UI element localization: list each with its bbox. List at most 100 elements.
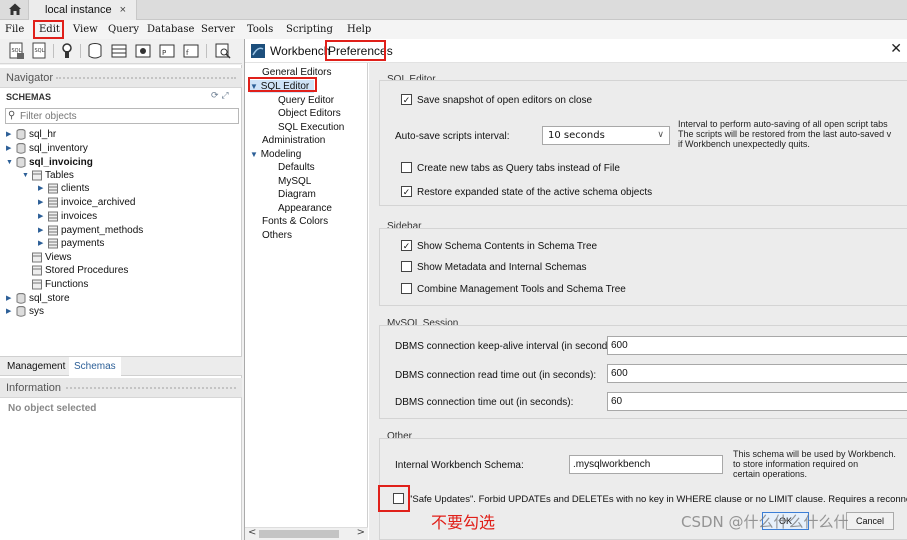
close-icon[interactable]: ✕ [890,41,902,57]
schema-node[interactable]: ▶ sys [6,305,44,319]
new-sql-tab-icon[interactable]: SQL [8,42,26,60]
expand-arrow-icon[interactable]: ▶ [38,196,46,210]
create-schema-icon[interactable] [86,42,104,60]
nav-object-editors[interactable]: Object Editors [278,107,341,120]
expand-arrow-icon[interactable]: ▶ [38,210,46,224]
new-tabs-option[interactable]: Create new tabs as Query tabs instead of… [401,162,620,176]
refresh-schemas-icon[interactable]: ⟳ ⤢ [211,91,229,101]
option-label: Combine Management Tools and Schema Tree [417,284,626,295]
expand-arrow-icon[interactable]: ▶ [38,224,46,238]
nav-horizontal-scrollbar[interactable]: < > [245,527,368,540]
menu-database[interactable]: Database [145,22,196,37]
expand-arrow-icon[interactable]: ▶ [6,142,14,156]
nav-label: Defaults [278,162,315,173]
schema-node[interactable]: ▶ sql_hr [6,128,56,142]
scroll-right-icon[interactable]: > [357,527,365,538]
internal-schema-field[interactable]: .mysqlworkbench [569,455,723,474]
menu-view[interactable]: View [71,22,100,37]
nav-mysql[interactable]: MySQL [278,175,311,188]
tree-label: payments [61,238,105,249]
keepalive-field[interactable]: 600 [607,336,907,355]
edit-menu-highlight [33,20,64,39]
tree-label: Tables [45,170,74,181]
option-label: Show Schema Contents in Schema Tree [417,241,598,252]
expand-arrow-icon[interactable]: ▶ [6,292,14,306]
note-line: certain operations. [733,469,808,479]
schema-node[interactable]: ▶ sql_inventory [6,142,88,156]
combine-tools-checkbox[interactable] [401,283,412,294]
nav-administration[interactable]: Administration [262,134,325,147]
nav-sql-execution[interactable]: SQL Execution [278,121,344,134]
restore-state-checkbox[interactable]: ✓ [401,186,412,197]
svg-text:SQL: SQL [35,48,45,54]
nav-diagram[interactable]: Diagram [278,188,316,201]
expand-arrow-icon[interactable]: ▶ [38,182,46,196]
filter-box[interactable]: ⚲ [5,108,239,124]
restore-state-option[interactable]: ✓ Restore expanded state of the active sc… [401,186,652,200]
timeout-field[interactable]: 60 [607,392,907,411]
search-table-data-icon[interactable] [214,42,232,60]
note-line: This schema will be used by Workbench. [733,449,896,459]
table-node[interactable]: ▶ invoice_archived [38,196,136,210]
table-node[interactable]: ▶ payments [38,237,104,251]
tab-local-instance[interactable]: local instance × [28,0,138,20]
save-snapshot-option[interactable]: ✓ Save snapshot of open editors on close [401,94,592,108]
close-icon[interactable]: × [120,4,126,16]
expand-arrow-icon[interactable]: ▶ [6,128,14,142]
nav-others[interactable]: Others [262,229,292,242]
collapse-arrow-icon[interactable]: ▼ [6,156,14,170]
table-node[interactable]: ▶ payment_methods [38,224,143,238]
create-view-icon[interactable] [134,42,152,60]
watermark: CSDN @什么什么什么什 [681,513,849,531]
show-metadata-checkbox[interactable] [401,261,412,272]
nav-label: Administration [262,135,326,146]
expand-arrow-icon[interactable]: ▶ [6,305,14,319]
tab-management[interactable]: Management [2,357,70,376]
create-function-icon[interactable]: f [182,42,200,60]
nav-modeling[interactable]: ▼ Modeling [250,148,301,161]
filter-input[interactable] [20,109,236,123]
toolbar-separator [206,44,207,58]
scroll-left-icon[interactable]: < [248,527,256,538]
read-timeout-field[interactable]: 600 [607,364,907,383]
table-node[interactable]: ▶ clients [38,182,89,196]
safe-updates-option[interactable]: "Safe Updates". Forbid UPDATEs and DELET… [393,493,907,507]
schema-node[interactable]: ▶ sql_store [6,292,70,306]
show-schema-option[interactable]: ✓ Show Schema Contents in Schema Tree [401,240,597,254]
menu-query[interactable]: Query [106,22,141,37]
views-node[interactable]: Views [30,251,72,265]
inspector-icon[interactable] [58,42,76,60]
create-procedure-icon[interactable]: P [158,42,176,60]
sql-editor-highlight [248,77,317,92]
table-node[interactable]: ▶ invoices [38,210,97,224]
nav-fonts-colors[interactable]: Fonts & Colors [262,215,328,228]
combine-tools-option[interactable]: Combine Management Tools and Schema Tree [401,283,626,297]
scroll-thumb[interactable] [259,530,339,538]
menu-tools[interactable]: Tools [245,22,275,37]
autosave-interval-select[interactable]: 10 seconds ∨ [542,126,670,145]
menu-server[interactable]: Server [199,22,237,37]
nav-query-editor[interactable]: Query Editor [278,94,334,107]
functions-node[interactable]: Functions [30,278,88,292]
expand-arrow-icon[interactable]: ▶ [38,237,46,251]
open-sql-script-icon[interactable]: SQL [31,42,49,60]
nav-defaults[interactable]: Defaults [278,161,315,174]
new-tabs-checkbox[interactable] [401,162,412,173]
menu-help[interactable]: Help [345,22,373,37]
save-snapshot-checkbox[interactable]: ✓ [401,94,412,105]
create-table-icon[interactable] [110,42,128,60]
preferences-content: SQL Editor ✓Save snapshot of open editor… [369,63,907,540]
nav-appearance[interactable]: Appearance [278,202,332,215]
tables-node[interactable]: ▼ Tables [22,169,74,183]
cancel-button[interactable]: Cancel [846,512,894,530]
tab-schemas[interactable]: Schemas [69,357,121,376]
menu-scripting[interactable]: Scripting [284,22,335,37]
show-schema-checkbox[interactable]: ✓ [401,240,412,251]
menu-file[interactable]: File [3,22,26,37]
show-metadata-option[interactable]: Show Metadata and Internal Schemas [401,261,587,275]
stored-procedures-node[interactable]: Stored Procedures [30,264,128,278]
collapse-arrow-icon[interactable]: ▼ [22,169,30,183]
home-icon[interactable] [8,2,22,16]
schema-node-active[interactable]: ▼ sql_invoicing [6,156,93,170]
note-line: if Workbench unexpectedly quits. [678,139,810,149]
